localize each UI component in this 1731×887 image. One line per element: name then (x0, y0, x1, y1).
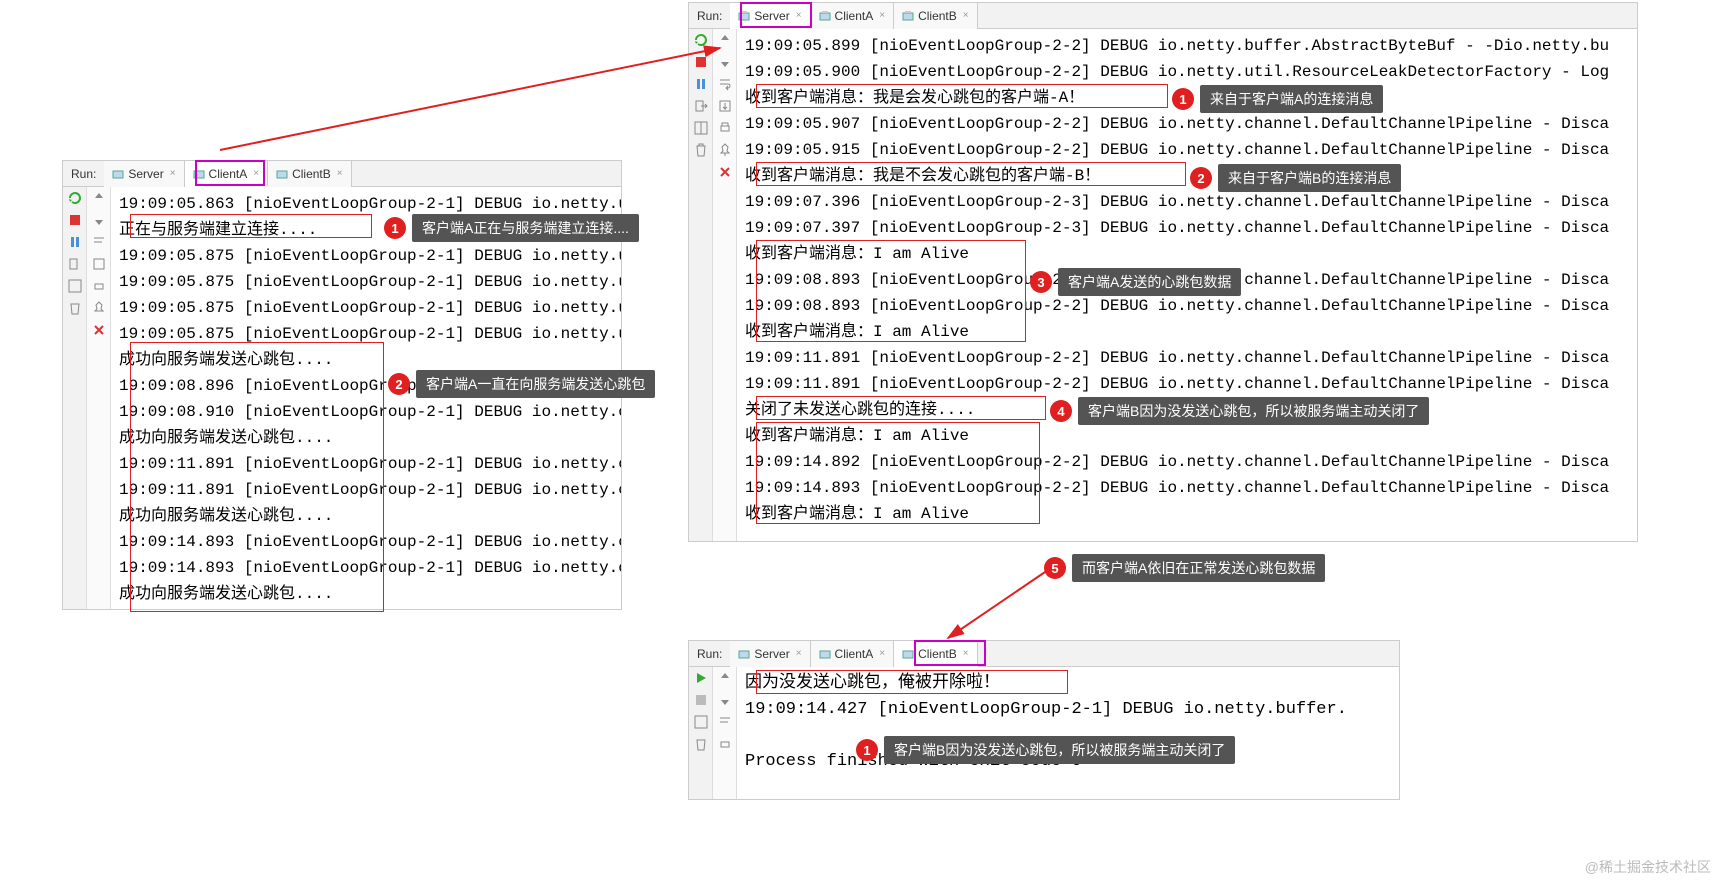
up-icon[interactable] (92, 191, 106, 205)
close-icon[interactable]: × (963, 648, 969, 659)
tab-label: ClientB (292, 167, 331, 181)
print-icon[interactable] (718, 121, 732, 135)
tab-label: Server (754, 647, 789, 661)
console-toolbar (713, 29, 737, 541)
tab-clienta[interactable]: ClientA × (811, 641, 895, 667)
rerun-icon[interactable] (68, 191, 82, 205)
run-config-icon (276, 168, 288, 180)
run-config-icon (738, 10, 750, 22)
down-icon[interactable] (718, 55, 732, 69)
panel-body: 因为没发送心跳包，俺被开除啦！ 19:09:14.427 [nioEventLo… (689, 667, 1399, 799)
tab-label: Server (754, 9, 789, 23)
panel-header: Run: Server × ClientA × ClientB × (689, 641, 1399, 667)
run-config-icon (819, 648, 831, 660)
up-icon[interactable] (718, 33, 732, 47)
rerun-icon[interactable] (694, 33, 708, 47)
down-icon[interactable] (718, 693, 732, 707)
run-label: Run: (697, 9, 722, 23)
run-toolbar (63, 187, 87, 609)
close-icon[interactable]: × (337, 168, 343, 179)
callout-text: 而客户端A依旧在正常发送心跳包数据 (1072, 554, 1325, 582)
stop-icon[interactable] (68, 213, 82, 227)
run-toolbar (689, 29, 713, 541)
exit-icon[interactable] (68, 257, 82, 271)
layout-icon[interactable] (694, 715, 708, 729)
wrap-icon[interactable] (718, 77, 732, 91)
stop-icon[interactable] (694, 55, 708, 69)
panel-body: 19:09:05.899 [nioEventLoopGroup-2-2] DEB… (689, 29, 1637, 541)
run-config-icon (902, 10, 914, 22)
print-icon[interactable] (92, 279, 106, 293)
run-label: Run: (697, 647, 722, 661)
tab-server[interactable]: Server × (104, 161, 184, 187)
tab-label: ClientB (918, 9, 957, 23)
layout-icon[interactable] (694, 121, 708, 135)
close-icon[interactable]: × (253, 168, 259, 179)
tab-clientb[interactable]: ClientB × (268, 161, 352, 187)
console-toolbar (87, 187, 111, 609)
stop-icon[interactable] (694, 693, 708, 707)
tab-clientb[interactable]: ClientB × (894, 3, 978, 29)
console-output[interactable]: 因为没发送心跳包，俺被开除啦！ 19:09:14.427 [nioEventLo… (737, 667, 1399, 799)
pause-icon[interactable] (694, 77, 708, 91)
run-toolbar (689, 667, 713, 799)
tab-label: ClientA (209, 167, 248, 181)
clear-icon[interactable] (92, 323, 106, 337)
tab-label: ClientA (835, 647, 874, 661)
up-icon[interactable] (718, 671, 732, 685)
print-icon[interactable] (718, 737, 732, 751)
tab-server[interactable]: Server × (730, 3, 810, 29)
server-panel: Run: Server × ClientA × ClientB × (688, 2, 1638, 542)
close-icon[interactable]: × (879, 648, 885, 659)
arrow-to-clientb (938, 566, 1058, 646)
clienta-panel: Run: Server × ClientA × ClientB × (62, 160, 622, 610)
tab-label: ClientB (918, 647, 957, 661)
close-icon[interactable]: × (963, 10, 969, 21)
run-config-icon (738, 648, 750, 660)
scroll-icon[interactable] (718, 99, 732, 113)
close-icon[interactable]: × (796, 648, 802, 659)
wrap-icon[interactable] (718, 715, 732, 729)
panel-body: 19:09:05.863 [nioEventLoopGroup-2-1] DEB… (63, 187, 621, 609)
exit-icon[interactable] (694, 99, 708, 113)
tab-clientb[interactable]: ClientB × (894, 641, 978, 667)
tab-server[interactable]: Server × (730, 641, 810, 667)
panel-header: Run: Server × ClientA × ClientB × (689, 3, 1637, 29)
clientb-panel: Run: Server × ClientA × ClientB × (688, 640, 1400, 800)
scroll-icon[interactable] (92, 257, 106, 271)
tab-label: ClientA (835, 9, 874, 23)
trash-icon[interactable] (694, 143, 708, 157)
tab-label: Server (128, 167, 163, 181)
run-config-icon (819, 10, 831, 22)
console-output[interactable]: 19:09:05.899 [nioEventLoopGroup-2-2] DEB… (737, 29, 1637, 541)
run-icon[interactable] (694, 671, 708, 685)
tab-clienta[interactable]: ClientA × (811, 3, 895, 29)
down-icon[interactable] (92, 213, 106, 227)
run-config-icon (902, 648, 914, 660)
trash-icon[interactable] (694, 737, 708, 751)
panel-header: Run: Server × ClientA × ClientB × (63, 161, 621, 187)
tab-clienta[interactable]: ClientA × (185, 161, 269, 187)
pin-icon[interactable] (92, 301, 106, 315)
run-label: Run: (71, 167, 96, 181)
console-toolbar (713, 667, 737, 799)
watermark: @稀土掘金技术社区 (1585, 857, 1711, 877)
run-config-icon (193, 168, 205, 180)
clear-icon[interactable] (718, 165, 732, 179)
close-icon[interactable]: × (879, 10, 885, 21)
pause-icon[interactable] (68, 235, 82, 249)
run-config-icon (112, 168, 124, 180)
close-icon[interactable]: × (170, 168, 176, 179)
trash-icon[interactable] (68, 301, 82, 315)
wrap-icon[interactable] (92, 235, 106, 249)
callout-number: 5 (1044, 557, 1066, 579)
pin-icon[interactable] (718, 143, 732, 157)
console-output[interactable]: 19:09:05.863 [nioEventLoopGroup-2-1] DEB… (111, 187, 621, 609)
arrow-to-server (200, 40, 740, 170)
server-callout5: 5 而客户端A依旧在正常发送心跳包数据 (1044, 554, 1325, 582)
layout-icon[interactable] (68, 279, 82, 293)
close-icon[interactable]: × (796, 10, 802, 21)
